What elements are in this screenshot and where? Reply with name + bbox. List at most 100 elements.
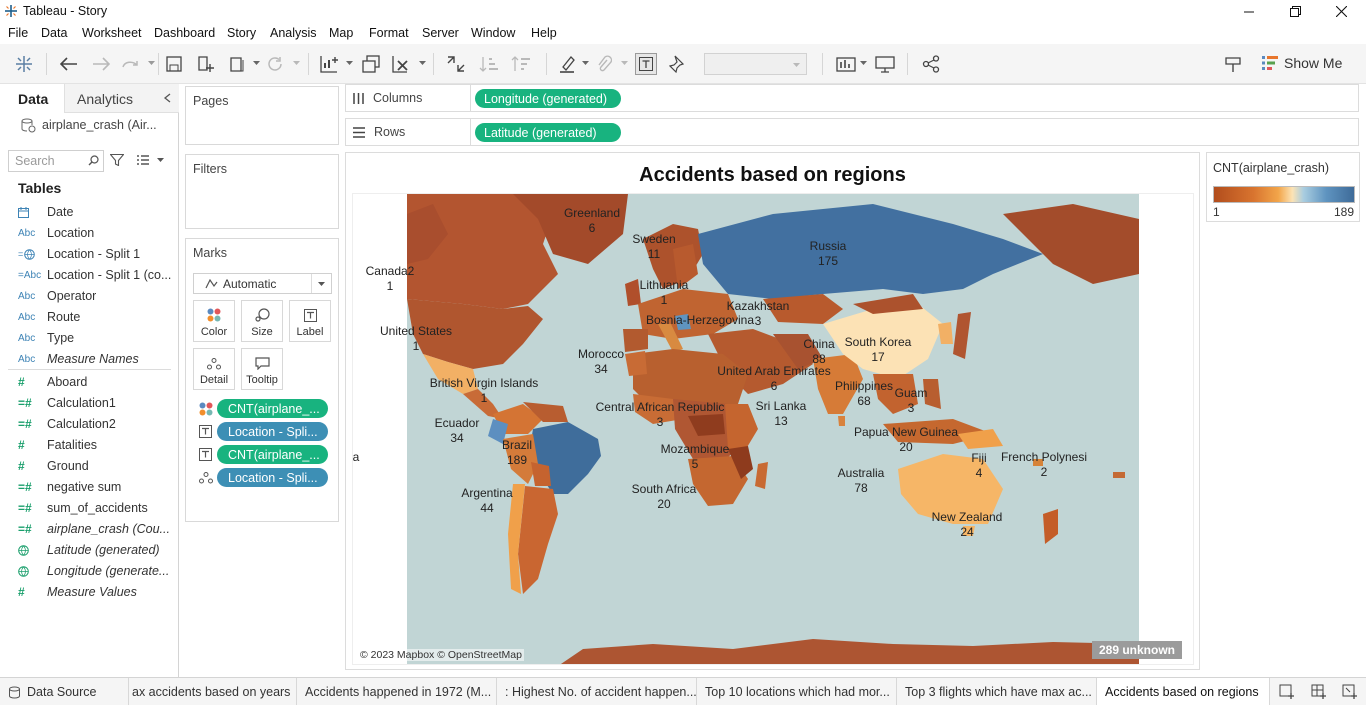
- map-label[interactable]: Brazil 189: [502, 438, 532, 468]
- map-label[interactable]: Philippines 68: [835, 379, 893, 409]
- chevron-down-icon[interactable]: [253, 61, 260, 65]
- menu-format[interactable]: Format: [369, 26, 409, 40]
- color-legend[interactable]: CNT(airplane_crash) 1 189: [1206, 152, 1360, 222]
- menu-worksheet[interactable]: Worksheet: [82, 26, 142, 40]
- story-tab-2[interactable]: Accidents happened in 1972 (M...: [297, 678, 497, 705]
- rows-shelf[interactable]: Rows Latitude (generated): [345, 118, 1359, 146]
- format-painter-button[interactable]: [1222, 53, 1244, 75]
- field-item[interactable]: = Location - Split 1: [18, 244, 173, 264]
- menu-map[interactable]: Map: [329, 26, 353, 40]
- clear-sheet-button[interactable]: [391, 53, 413, 75]
- filters-card[interactable]: Filters: [185, 154, 339, 229]
- datasource-item[interactable]: airplane_crash (Air...: [20, 117, 157, 133]
- view-options-icon[interactable]: [137, 155, 149, 165]
- size-button[interactable]: Size: [241, 300, 283, 342]
- menu-analysis[interactable]: Analysis: [270, 26, 317, 40]
- story-tab-3[interactable]: : Highest No. of accident happen...: [497, 678, 697, 705]
- chevron-down-icon[interactable]: [582, 61, 589, 65]
- map-label[interactable]: United Arab Emirates 6: [717, 364, 830, 394]
- map-label[interactable]: South Africa 20: [632, 482, 697, 512]
- field-item[interactable]: # Ground: [18, 456, 173, 476]
- story-tab-1[interactable]: ax accidents based on years: [129, 678, 297, 705]
- map-label[interactable]: New Zealand 24: [932, 510, 1003, 540]
- map-label[interactable]: Central African Republic 3: [596, 400, 725, 430]
- menu-data[interactable]: Data: [41, 26, 67, 40]
- field-item[interactable]: =# Calculation2: [18, 414, 173, 434]
- field-item[interactable]: =# sum_of_accidents: [18, 498, 173, 518]
- map-label[interactable]: Papua New Guinea 20: [854, 425, 958, 455]
- story-tab-4[interactable]: Top 10 locations which had mor...: [697, 678, 897, 705]
- field-item[interactable]: # Fatalities: [18, 435, 173, 455]
- duplicate-sheet-button[interactable]: [360, 53, 382, 75]
- marks-pill-detail[interactable]: Location - Spli...: [217, 468, 328, 487]
- map-label[interactable]: Sweden 11: [632, 232, 675, 262]
- menu-server[interactable]: Server: [422, 26, 459, 40]
- map-label[interactable]: British Virgin Islands 1: [430, 376, 539, 406]
- story-tab-5[interactable]: Top 3 flights which have max ac...: [897, 678, 1097, 705]
- map-label[interactable]: a: [353, 450, 359, 465]
- map-label[interactable]: Australia 78: [838, 466, 885, 496]
- map-label[interactable]: Greenland 6: [564, 206, 620, 236]
- map-label[interactable]: Ecuador 34: [435, 416, 480, 446]
- data-source-tab[interactable]: Data Source: [0, 678, 129, 705]
- label-button[interactable]: Label: [289, 300, 331, 342]
- map-label[interactable]: Fiji 4: [971, 451, 986, 481]
- columns-shelf[interactable]: Columns Longitude (generated): [345, 84, 1359, 112]
- columns-pill-longitude[interactable]: Longitude (generated): [475, 89, 621, 108]
- share-button[interactable]: [920, 53, 942, 75]
- minimize-button[interactable]: [1226, 0, 1272, 23]
- group-members-button[interactable]: [593, 53, 615, 75]
- marks-pill-color[interactable]: CNT(airplane_...: [217, 399, 328, 418]
- map-label[interactable]: Sri Lanka 13: [756, 399, 807, 429]
- map-label[interactable]: South Korea 17: [845, 335, 912, 365]
- chevron-down-icon[interactable]: [346, 61, 353, 65]
- show-me-button[interactable]: Show Me: [1262, 55, 1342, 71]
- map-label[interactable]: Morocco 34: [578, 347, 624, 377]
- tab-analytics[interactable]: Analytics: [77, 84, 133, 113]
- mark-type-dropdown[interactable]: Automatic: [193, 273, 332, 294]
- map-label[interactable]: Bosnia-Herzegovina: [646, 313, 754, 328]
- menu-story[interactable]: Story: [227, 26, 256, 40]
- chevron-down-icon[interactable]: [148, 61, 155, 65]
- menu-window[interactable]: Window: [471, 26, 515, 40]
- menu-help[interactable]: Help: [531, 26, 557, 40]
- presentation-mode-button[interactable]: [874, 53, 896, 75]
- map-label[interactable]: United States 1: [380, 324, 452, 354]
- fix-axes-button[interactable]: [666, 53, 688, 75]
- menu-file[interactable]: File: [8, 26, 28, 40]
- field-item[interactable]: Abc Measure Names: [18, 349, 173, 369]
- field-item[interactable]: =# Calculation1: [18, 393, 173, 413]
- chevron-down-icon[interactable]: [157, 158, 164, 162]
- field-item[interactable]: Abc Type: [18, 328, 173, 348]
- undo-button[interactable]: [58, 53, 80, 75]
- unknown-indicator[interactable]: 289 unknown: [1091, 641, 1182, 659]
- new-story-tab-button[interactable]: [1339, 681, 1361, 703]
- region-sri-lanka[interactable]: [838, 416, 845, 426]
- tab-data[interactable]: Data: [18, 84, 48, 113]
- marks-pill-label-count[interactable]: CNT(airplane_...: [217, 445, 328, 464]
- chevron-down-icon[interactable]: [860, 61, 867, 65]
- chevron-down-icon[interactable]: [621, 61, 628, 65]
- pause-updates-button[interactable]: [226, 53, 248, 75]
- refresh-button[interactable]: [264, 53, 286, 75]
- tableau-home-button[interactable]: [13, 53, 35, 75]
- field-item[interactable]: =# airplane_crash (Cou...: [18, 519, 173, 539]
- field-item[interactable]: # Aboard: [18, 372, 173, 392]
- field-item[interactable]: Abc Location: [18, 223, 173, 243]
- field-item[interactable]: Abc Operator: [18, 286, 173, 306]
- pages-card[interactable]: Pages: [185, 86, 339, 145]
- map-label[interactable]: Canada2 1: [366, 264, 415, 294]
- map-label[interactable]: Lithuania 1: [640, 278, 689, 308]
- chevron-down-icon[interactable]: [293, 61, 300, 65]
- field-item[interactable]: Date: [18, 202, 173, 222]
- map-label[interactable]: French Polynesi 2: [1001, 450, 1087, 480]
- map-label[interactable]: China 88: [803, 337, 834, 367]
- new-dashboard-tab-button[interactable]: [1308, 681, 1330, 703]
- color-button[interactable]: Color: [193, 300, 235, 342]
- tooltip-button[interactable]: Tooltip: [241, 348, 283, 390]
- sort-ascending-button[interactable]: [478, 53, 500, 75]
- story-tab-active[interactable]: Accidents based on regions: [1097, 678, 1270, 705]
- close-button[interactable]: [1318, 0, 1364, 23]
- new-data-source-button[interactable]: [195, 53, 217, 75]
- new-worksheet-tab-button[interactable]: [1276, 681, 1298, 703]
